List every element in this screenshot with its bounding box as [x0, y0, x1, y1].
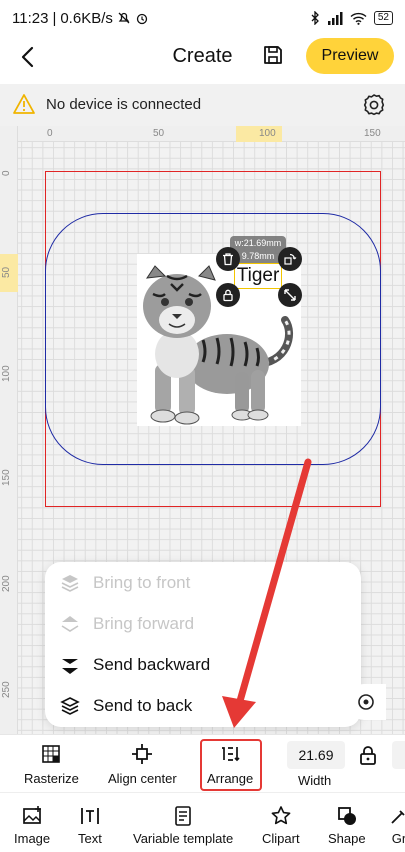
top-ruler-label: 50 — [153, 128, 165, 139]
menu-item-label: Send to back — [93, 696, 193, 715]
dimension-width: w:21.69mm — [234, 238, 282, 248]
clipart-icon — [271, 806, 291, 825]
bring-forward-icon — [61, 616, 79, 632]
tool-variable-template-button[interactable]: Variable template — [133, 805, 233, 846]
bring-to-front-icon — [61, 575, 79, 592]
rotate-icon — [284, 253, 297, 265]
menu-item-label: Bring forward — [93, 614, 195, 633]
top-ruler-label: 150 — [364, 128, 381, 139]
trash-icon — [223, 253, 233, 266]
more-tool-icon — [391, 810, 405, 824]
tiger-text-object[interactable]: Tiger — [234, 263, 282, 289]
device-notice-bar: No device is connected — [0, 84, 405, 126]
alarm-icon — [136, 13, 148, 25]
notice-text: No device is connected — [46, 96, 202, 113]
rasterize-icon — [42, 745, 61, 763]
network-speed: 0.6KB/s — [60, 9, 113, 27]
rotate-handle[interactable] — [278, 247, 302, 271]
tool-shape-button[interactable]: Shape — [328, 805, 366, 846]
left-ruler-label: 50 — [1, 266, 12, 278]
tool-shape-label: Shape — [328, 831, 366, 846]
settings-gear-icon[interactable] — [361, 92, 387, 118]
preview-button[interactable]: Preview — [306, 38, 394, 74]
tool-more-button[interactable]: Gr — [388, 805, 405, 846]
height-input[interactable] — [392, 741, 405, 769]
tool-text-button[interactable]: Text — [78, 805, 102, 846]
align-center-button[interactable]: Align center — [108, 743, 177, 786]
left-ruler-label: 250 — [1, 681, 12, 698]
shape-icon — [337, 807, 356, 825]
tool-clipart-label: Clipart — [262, 831, 300, 846]
menu-send-backward[interactable]: Send backward — [59, 650, 210, 680]
menu-bring-to-front[interactable]: Bring to front — [59, 568, 190, 598]
text-icon — [81, 808, 99, 824]
app-header: Create Preview — [0, 36, 405, 80]
aspect-lock-icon[interactable] — [359, 745, 377, 765]
rasterize-button[interactable]: Rasterize — [24, 743, 79, 786]
width-input[interactable]: 21.69 — [287, 741, 345, 769]
left-ruler: 0 50 100 150 200 250 — [0, 126, 18, 734]
status-time: 11:23 — [12, 9, 49, 27]
arrange-icon — [222, 747, 240, 762]
top-ruler-label: 100 — [259, 128, 276, 139]
menu-bring-forward[interactable]: Bring forward — [59, 609, 194, 639]
image-icon — [23, 806, 42, 824]
left-ruler-label: 0 — [1, 170, 12, 176]
lock-handle[interactable] — [216, 283, 240, 307]
tool-clipart-button[interactable]: Clipart — [262, 805, 300, 846]
delete-handle[interactable] — [216, 247, 240, 271]
arrange-button[interactable]: Arrange — [207, 743, 253, 786]
resize-handle[interactable] — [278, 283, 302, 307]
mute-icon — [118, 12, 130, 24]
save-icon[interactable] — [262, 44, 284, 66]
object-toolbar: Rasterize Align center Arrange 21.69 Wid… — [0, 734, 405, 792]
top-ruler: 0 50 100 150 — [0, 126, 405, 142]
align-center-label: Align center — [108, 771, 177, 786]
tool-image-label: Image — [14, 831, 51, 846]
left-ruler-label: 100 — [1, 365, 12, 382]
variable-template-icon — [175, 806, 191, 826]
warning-icon — [13, 94, 35, 114]
visibility-toggle-button[interactable] — [346, 684, 386, 720]
send-backward-icon — [62, 659, 78, 674]
top-ruler-label: 0 — [47, 128, 53, 139]
arrange-menu: Bring to front Bring forward Send backwa… — [45, 562, 361, 727]
battery-icon: 52 — [373, 11, 393, 25]
width-label: Width — [298, 773, 332, 788]
arrange-label: Arrange — [207, 771, 254, 786]
resize-arrows-icon — [284, 289, 296, 301]
status-bar: 11:23 | 0.6KB/s 52 — [0, 0, 405, 36]
eye-icon — [358, 694, 374, 710]
left-ruler-label: 150 — [1, 469, 12, 486]
bottom-tool-bar: Image Text Variable template Clipart Sha… — [0, 792, 405, 852]
wifi-icon — [350, 12, 367, 25]
left-ruler-label: 200 — [1, 575, 12, 592]
menu-item-label: Send backward — [93, 655, 211, 674]
tool-variable-template-label: Variable template — [133, 831, 234, 846]
tool-text-label: Text — [78, 831, 102, 846]
tool-image-button[interactable]: Image — [14, 805, 50, 846]
align-center-icon — [132, 744, 153, 764]
rasterize-label: Rasterize — [24, 771, 79, 786]
menu-item-label: Bring to front — [93, 573, 191, 592]
bluetooth-icon — [311, 11, 319, 25]
send-to-back-icon — [60, 697, 80, 715]
lock-icon — [223, 289, 233, 302]
signal-icon — [327, 11, 343, 25]
tool-more-label: Gr — [391, 831, 405, 846]
menu-send-to-back[interactable]: Send to back — [59, 691, 192, 721]
